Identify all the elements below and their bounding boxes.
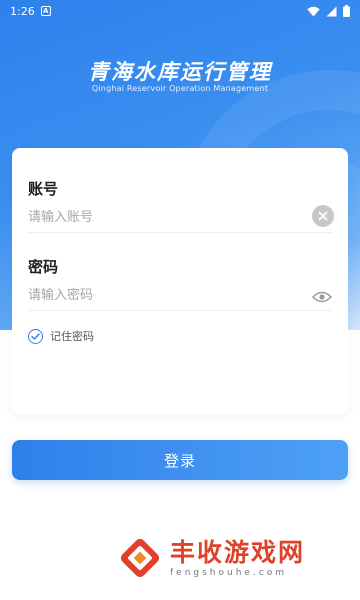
remember-password-checkbox[interactable]: 记住密码: [28, 328, 94, 344]
watermark-domain: fengshouhe.com: [170, 568, 288, 578]
watermark-text: 丰收游戏网 fengshouhe.com: [170, 538, 305, 578]
password-label: 密码: [28, 258, 59, 276]
watermark: 丰收游戏网 fengshouhe.com: [118, 536, 305, 580]
remember-password-label: 记住密码: [50, 330, 94, 343]
watermark-logo-icon: [120, 538, 160, 578]
eye-icon: [311, 291, 333, 303]
app-subtitle: Qinghai Reservoir Operation Management: [91, 84, 269, 93]
toggle-password-visibility-button[interactable]: [311, 289, 333, 303]
password-input[interactable]: [28, 281, 332, 311]
status-bar: 1:26 A: [0, 0, 360, 22]
signal-icon: [326, 6, 337, 16]
login-card: 账号 密码 记住密码: [12, 148, 348, 414]
battery-icon: [343, 5, 350, 17]
clear-icon: [318, 211, 328, 221]
wifi-icon: [307, 6, 320, 16]
clear-account-button[interactable]: [312, 205, 334, 227]
account-input[interactable]: [28, 203, 332, 233]
check-circle-icon: [28, 328, 43, 344]
notification-icon: A: [40, 6, 51, 16]
app-title: 青海水库运行管理: [88, 60, 272, 84]
account-label: 账号: [28, 180, 59, 198]
status-icons: [307, 5, 350, 17]
status-time: 1:26: [10, 4, 35, 18]
login-button[interactable]: 登录: [12, 440, 348, 480]
watermark-name: 丰收游戏网: [170, 538, 306, 567]
